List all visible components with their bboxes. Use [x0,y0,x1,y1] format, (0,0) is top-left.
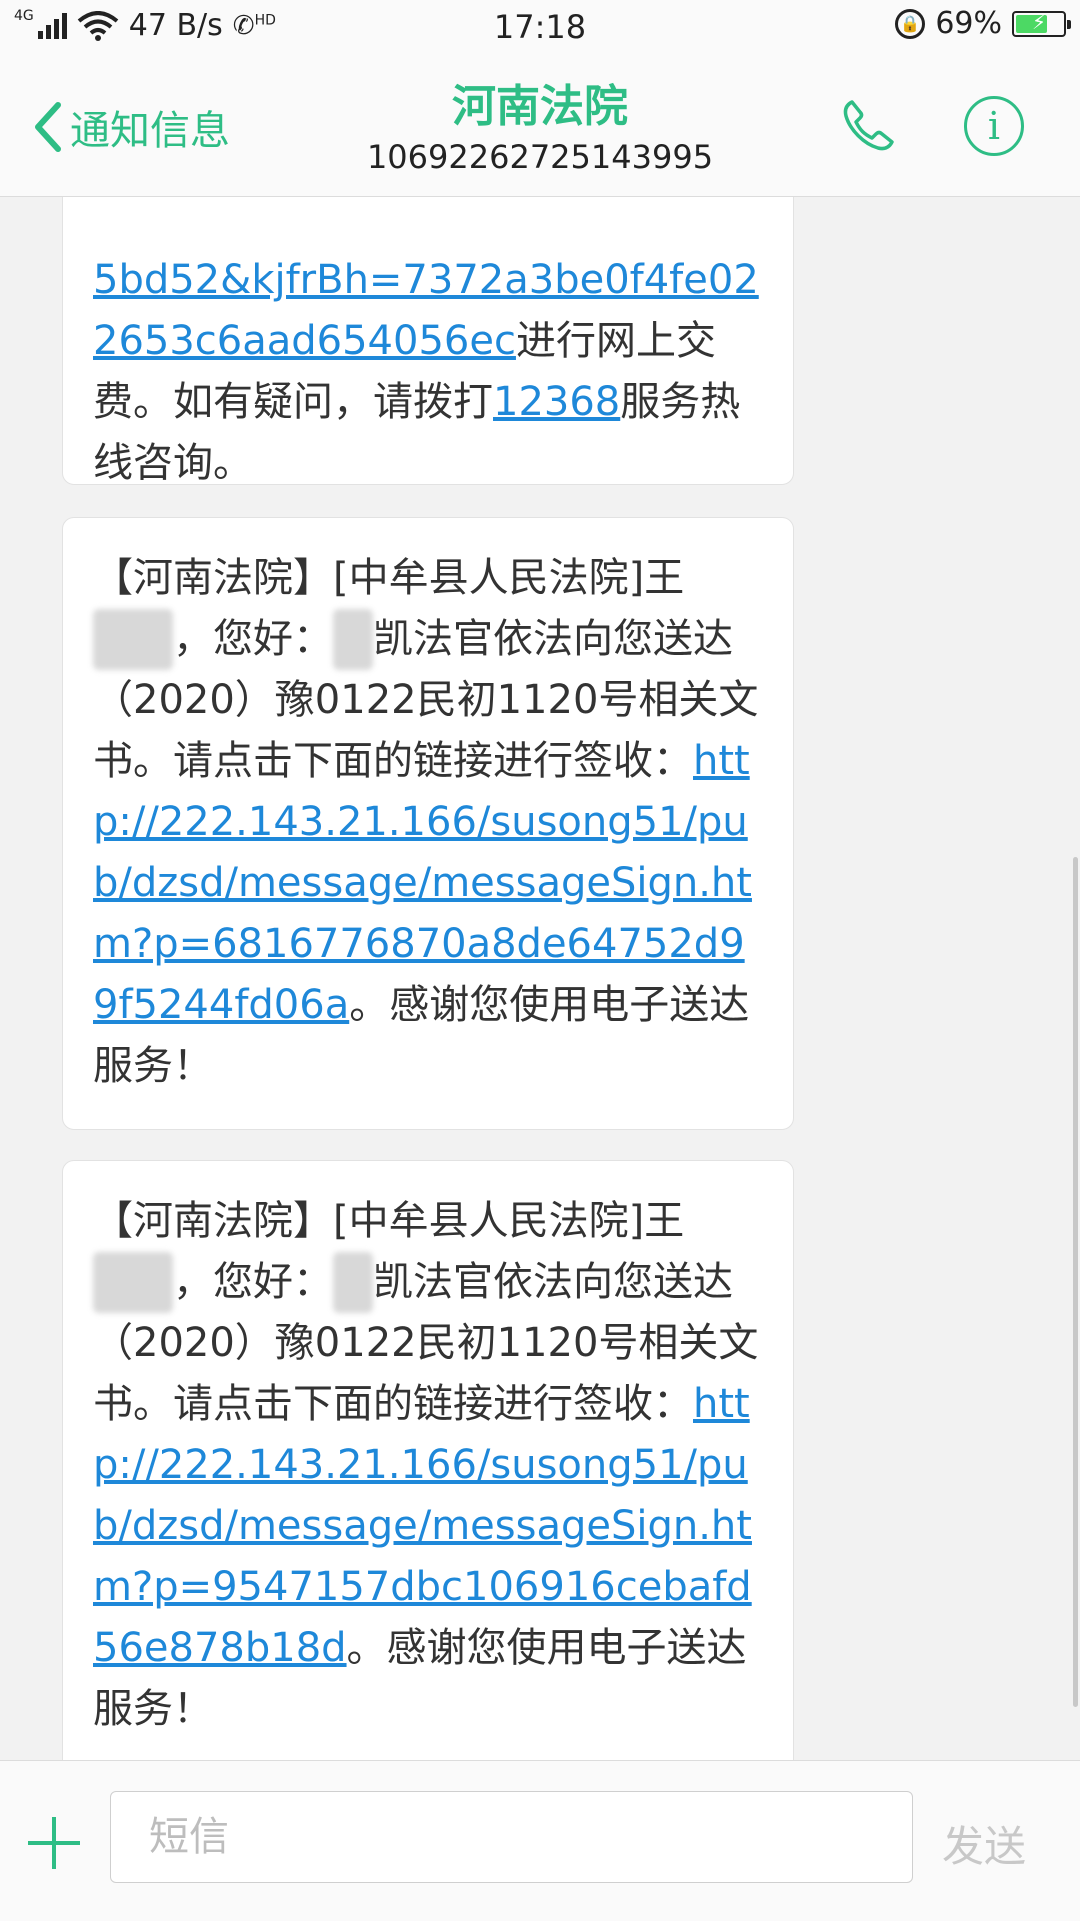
message-list[interactable]: 5bd52&kjfrBh=7372a3be0f4fe022653c6aad654… [0,197,1080,1760]
scrollbar[interactable] [1073,857,1078,1707]
message-bubble: 5bd52&kjfrBh=7372a3be0f4fe022653c6aad654… [62,197,794,486]
contact-name: 河南法院 [452,81,628,132]
message-bubble: 【河南法院】[中牟县人民法院]王占营，您好：李凯法官依法向您送达（2020）豫0… [62,517,794,1130]
status-right: 🔒 69% ⚡ [895,6,1071,41]
charging-icon: ⚡ [1031,9,1047,34]
battery-icon: ⚡ [1012,9,1071,37]
compose-bar: 短信 发送 [0,1760,1080,1921]
conversation-header: 通知信息 河南法院 10692262725143995 i [0,56,1080,197]
message-bubble: 【河南法院】[中牟县人民法院]王广营，您好：李凯法官依法向您送达（2020）豫0… [62,1160,794,1760]
message-prefix: 【河南法院】[中牟县人民法院]王 [93,555,685,601]
phone-icon[interactable] [838,96,898,156]
message-prefix: 【河南法院】[中牟县人民法院]王 [93,1198,685,1244]
battery-percent: 69% [935,6,1002,41]
info-icon[interactable]: i [964,96,1024,156]
contact-number: 10692262725143995 [366,138,714,176]
status-bar: 4G 47 B/s ✆HD 17:18 🔒 69% ⚡ [0,0,1080,56]
message-input[interactable]: 短信 [110,1791,913,1883]
redacted-judge: 李 [333,609,373,670]
send-button[interactable]: 发送 [942,1813,1026,1874]
message-greeting: ，您好： [173,616,333,662]
message-greeting: ，您好： [173,1259,333,1305]
rotation-lock-icon: 🔒 [895,8,926,39]
redacted-name: 占营 [93,609,173,670]
plus-icon[interactable] [28,1817,80,1869]
redacted-judge: 李 [333,1252,373,1313]
redacted-name: 广营 [93,1252,173,1313]
phone-link[interactable]: 12368 [493,379,620,425]
